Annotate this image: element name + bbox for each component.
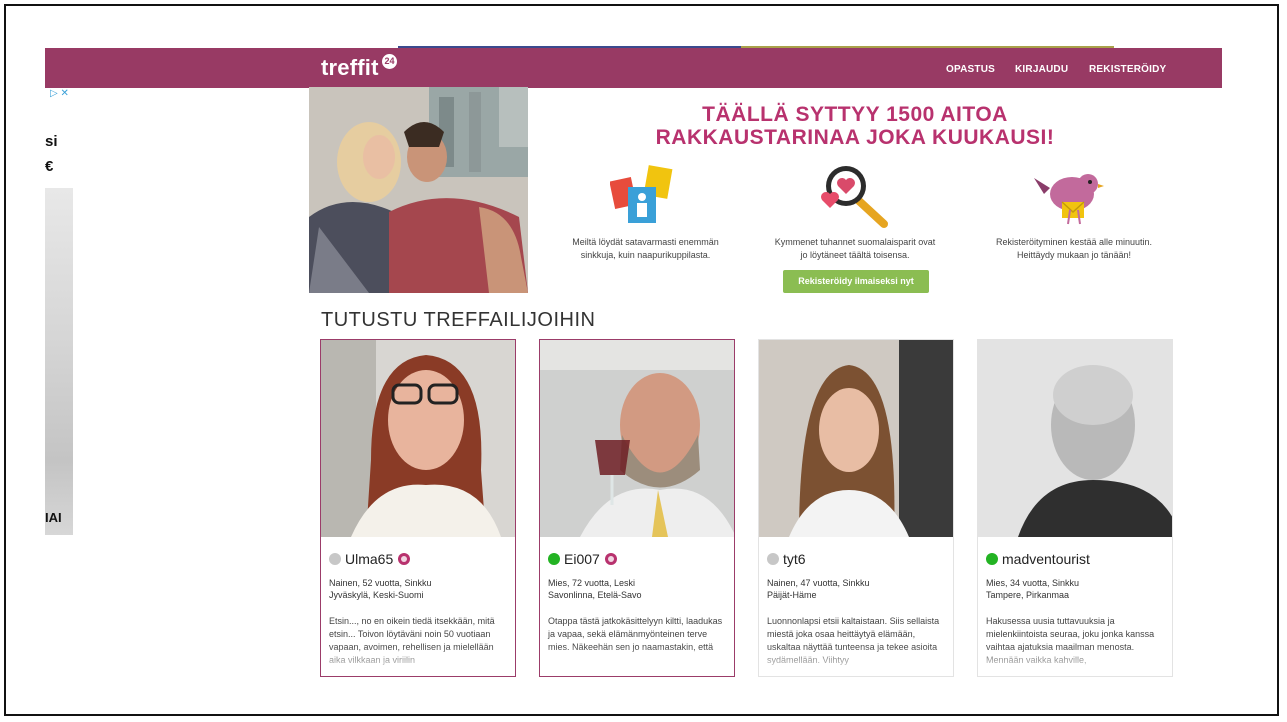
magnifier-heart-icon xyxy=(818,162,893,235)
online-status-icon xyxy=(548,553,560,565)
ad-text: si xyxy=(45,133,58,150)
profile-cards-icon xyxy=(609,165,680,232)
profile-name[interactable]: tyt6 xyxy=(783,551,806,567)
profile-name-row: tyt6 xyxy=(767,551,806,567)
profile-card[interactable]: tyt6 Nainen, 47 vuotta, Sinkku Päijät-Häm… xyxy=(758,339,954,677)
register-free-button[interactable]: Rekisteröidy ilmaiseksi nyt xyxy=(783,270,929,293)
section-title: TUTUSTU TREFFAILIJOIHIN xyxy=(321,309,596,331)
profile-name-row: Ei007 xyxy=(548,551,617,567)
feature-text: Kymmenet tuhannet suomalaisparit ovat jo … xyxy=(774,237,936,260)
feature-text: Rekisteröityminen kestää alle minuutin. H… xyxy=(995,237,1153,260)
hero-headline: TÄÄLLÄ SYTTYY 1500 AITOA RAKKAUSTARINAA … xyxy=(655,103,1055,149)
offline-status-icon xyxy=(329,553,341,565)
vip-badge-icon xyxy=(398,553,411,565)
logo-badge: 24 xyxy=(382,54,397,69)
ad-text: € xyxy=(45,158,54,175)
site-logo[interactable]: treffit xyxy=(321,55,379,81)
profile-name[interactable]: Ei007 xyxy=(564,551,600,567)
profile-name[interactable]: madventourist xyxy=(1002,551,1090,567)
profile-name-row: madventourist xyxy=(986,551,1090,567)
ad-text: IAI xyxy=(45,510,62,525)
profile-card[interactable]: madventourist Mies, 34 vuotta, Sinkku Tam… xyxy=(977,339,1173,677)
bird-letter-icon xyxy=(1030,170,1105,233)
profile-photo[interactable] xyxy=(759,340,953,537)
ad-choices-icon[interactable]: ▷ ✕ xyxy=(50,88,69,99)
profile-info: Nainen, 52 vuotta, Sinkku Jyväskylä, Kesk… xyxy=(329,578,432,600)
nav-opastus-link[interactable]: OPASTUS xyxy=(946,64,995,75)
profile-photo[interactable] xyxy=(540,340,734,537)
profile-photo[interactable] xyxy=(978,340,1172,537)
nav-login-link[interactable]: KIRJAUDU xyxy=(1015,64,1068,75)
feature-text: Meiltä löydät satavarmasti enemmän sinkku… xyxy=(572,237,719,260)
nav-register-link[interactable]: REKISTERÖIDY xyxy=(1089,64,1166,75)
profile-card[interactable]: Ulma65 Nainen, 52 vuotta, Sinkku Jyväskyl… xyxy=(320,339,516,677)
profile-card[interactable]: Ei007 Mies, 72 vuotta, Leski Savonlinna, … xyxy=(539,339,735,677)
profile-name[interactable]: Ulma65 xyxy=(345,551,393,567)
ad-image xyxy=(45,188,73,535)
profile-info: Nainen, 47 vuotta, Sinkku Päijät-Häme xyxy=(767,578,870,600)
profile-info: Mies, 72 vuotta, Leski Savonlinna, Etelä-… xyxy=(548,578,642,600)
text-fade xyxy=(540,646,734,676)
side-advertisement[interactable]: si € IAI xyxy=(45,88,73,535)
text-fade xyxy=(759,646,953,676)
profile-info: Mies, 34 vuotta, Sinkku Tampere, Pirkanma… xyxy=(986,578,1080,600)
profile-photo[interactable] xyxy=(321,340,515,537)
text-fade xyxy=(978,646,1172,676)
offline-status-icon xyxy=(767,553,779,565)
hero-couple-photo xyxy=(309,87,528,293)
vip-badge-icon xyxy=(604,553,617,565)
text-fade xyxy=(321,646,515,676)
online-status-icon xyxy=(986,553,998,565)
profile-name-row: Ulma65 xyxy=(329,551,411,567)
